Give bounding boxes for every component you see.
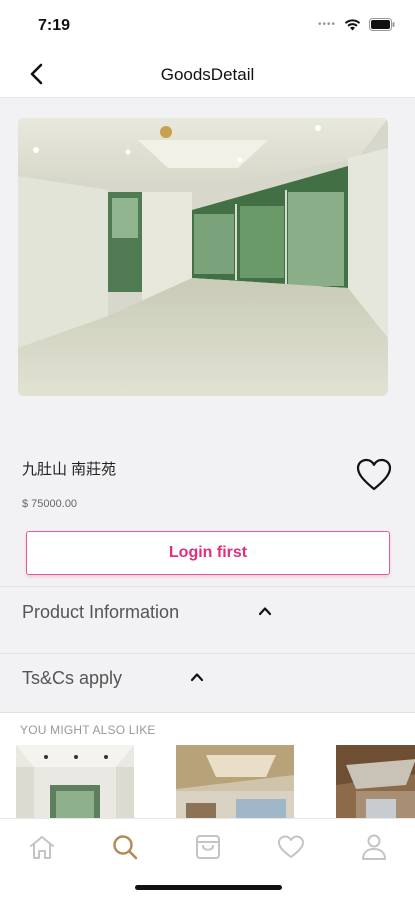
- wifi-icon: [344, 18, 361, 30]
- favorite-button[interactable]: [356, 458, 392, 492]
- product-name: 九肚山 南莊苑: [22, 461, 117, 478]
- page-title: GoodsDetail: [160, 65, 255, 84]
- tab-favorites[interactable]: [275, 831, 307, 863]
- signal-icon: ••••: [317, 19, 336, 30]
- battery-icon: [369, 18, 395, 31]
- home-indicator: [135, 885, 282, 890]
- recommended-item[interactable]: [336, 745, 415, 822]
- product-image[interactable]: [18, 118, 388, 396]
- chevron-up-icon[interactable]: [258, 604, 272, 618]
- tab-search[interactable]: [109, 831, 141, 863]
- profile-icon: [362, 834, 386, 860]
- room-photo: [18, 118, 388, 396]
- home-icon: [30, 836, 54, 859]
- section-title: Product Information: [22, 602, 180, 622]
- recommended-image: [176, 745, 294, 822]
- cart-icon: [196, 835, 220, 859]
- tab-profile[interactable]: [358, 831, 390, 863]
- terms-section[interactable]: Ts&Cs apply: [0, 653, 415, 712]
- chevron-up-icon[interactable]: [190, 670, 204, 684]
- product-information-section[interactable]: Product Information: [0, 586, 415, 653]
- heart-icon: [278, 835, 304, 858]
- status-bar: 7:19 ••••: [0, 0, 415, 50]
- recommended-image: [16, 745, 134, 822]
- recommended-item[interactable]: [176, 745, 294, 822]
- status-time: 7:19: [38, 17, 71, 34]
- login-button[interactable]: Login first: [26, 531, 390, 575]
- recommended-item[interactable]: [16, 745, 134, 822]
- section-title: Ts&Cs apply: [22, 668, 123, 688]
- tab-home[interactable]: [26, 831, 58, 863]
- heart-outline-icon: [356, 458, 392, 491]
- tab-cart[interactable]: [192, 831, 224, 863]
- recommend-title: YOU MIGHT ALSO LIKE: [20, 723, 156, 737]
- recommended-image: [336, 745, 415, 822]
- navigation-bar: GoodsDetail: [0, 50, 415, 98]
- product-price: $ 75000.00: [22, 498, 78, 510]
- status-icons: ••••: [318, 18, 395, 31]
- recommendations: YOU MIGHT ALSO LIKE: [0, 712, 415, 822]
- search-icon: [113, 835, 138, 860]
